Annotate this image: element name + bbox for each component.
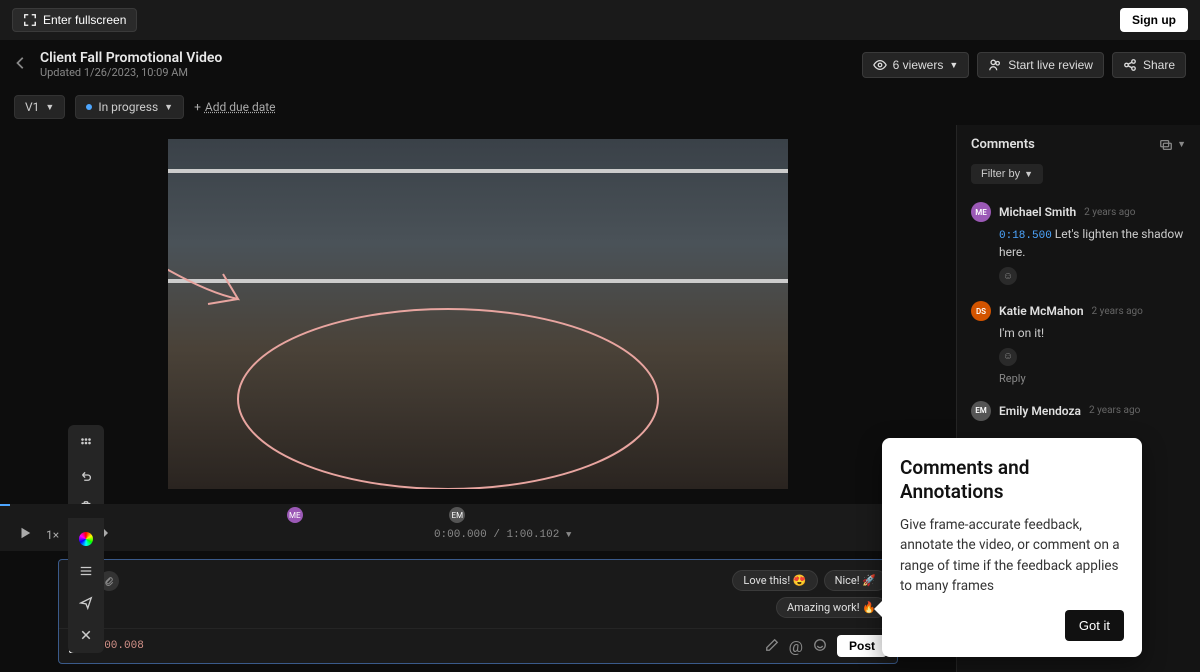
- tooltip-title: Comments and Annotations: [900, 456, 1124, 505]
- comment-avatar: DS: [971, 301, 991, 321]
- comment-age: 2 years ago: [1084, 207, 1135, 218]
- react-button[interactable]: ☺: [999, 267, 1017, 285]
- people-icon: [988, 58, 1002, 72]
- time-display: 0:00.000 / 1:00.102 ▼: [434, 529, 571, 541]
- play-button[interactable]: [18, 526, 32, 543]
- comment-avatar: EM: [971, 401, 991, 421]
- emoji-icon[interactable]: [813, 637, 827, 656]
- undo-tool[interactable]: [72, 463, 100, 487]
- eye-icon: [873, 58, 887, 72]
- comments-title: Comments: [971, 137, 1035, 152]
- project-updated: Updated 1/26/2023, 10:09 AM: [40, 66, 222, 79]
- signup-button[interactable]: Sign up: [1120, 8, 1188, 32]
- move-tool[interactable]: [72, 431, 100, 455]
- add-due-date-button[interactable]: + Add due date: [194, 100, 275, 114]
- mention-icon[interactable]: @: [789, 637, 803, 656]
- comment-item[interactable]: EM Emily Mendoza 2 years ago: [957, 393, 1200, 433]
- comments-settings-icon[interactable]: ▼: [1159, 138, 1186, 152]
- reaction-chip[interactable]: Nice! 🚀: [824, 570, 887, 591]
- viewers-button[interactable]: 6 viewers ▼: [862, 52, 970, 78]
- status-selector[interactable]: In progress ▼: [75, 95, 184, 119]
- comment-author: Katie McMahon: [999, 304, 1084, 318]
- comment-item[interactable]: ME Michael Smith 2 years ago 0:18.500 Le…: [957, 194, 1200, 293]
- annotation-drawing: [168, 139, 788, 489]
- share-button[interactable]: Share: [1112, 52, 1186, 78]
- filter-button[interactable]: Filter by ▼: [971, 164, 1043, 184]
- due-label: Add due date: [205, 100, 276, 114]
- comment-timestamp[interactable]: 0:18.500: [999, 230, 1052, 242]
- draw-icon[interactable]: [765, 637, 779, 656]
- chevron-down-icon[interactable]: ▼: [566, 530, 571, 540]
- share-label: Share: [1143, 58, 1175, 72]
- video-frame[interactable]: [168, 139, 788, 489]
- send-tool[interactable]: [72, 591, 100, 615]
- comment-item[interactable]: DS Katie McMahon 2 years ago I'm on it! …: [957, 293, 1200, 393]
- fullscreen-icon: [23, 13, 37, 27]
- reply-button[interactable]: Reply: [999, 372, 1186, 385]
- video-content: [168, 279, 788, 283]
- chevron-down-icon: ▼: [164, 102, 173, 113]
- tooltip-dismiss-button[interactable]: Got it: [1065, 610, 1124, 641]
- version-label: V1: [25, 100, 39, 114]
- annotation-toolbar: [68, 425, 104, 653]
- timeline-marker[interactable]: ME: [287, 507, 303, 523]
- video-content: [168, 169, 788, 173]
- progress-indicator: [0, 504, 10, 506]
- project-title: Client Fall Promotional Video: [40, 50, 222, 66]
- status-label: In progress: [98, 100, 158, 114]
- lines-tool[interactable]: [72, 559, 100, 583]
- post-button[interactable]: Post: [837, 635, 887, 657]
- comment-composer: Love this! 😍Nice! 🚀Amazing work! 🔥 0:00.…: [58, 559, 898, 664]
- status-dot-icon: [86, 104, 92, 110]
- back-icon[interactable]: [14, 55, 28, 74]
- tooltip-arrow: [874, 601, 882, 617]
- plus-icon: +: [194, 100, 201, 114]
- reaction-chip[interactable]: Love this! 😍: [732, 570, 817, 591]
- start-review-label: Start live review: [1008, 58, 1093, 72]
- comment-text: I'm on it!: [999, 326, 1044, 340]
- comment-age: 2 years ago: [1092, 306, 1143, 317]
- start-review-button[interactable]: Start live review: [977, 52, 1104, 78]
- tooltip-body: Give frame-accurate feedback, annotate t…: [900, 515, 1124, 596]
- timeline[interactable]: MEEM: [0, 504, 956, 518]
- onboarding-tooltip: Comments and Annotations Give frame-accu…: [882, 438, 1142, 657]
- version-selector[interactable]: V1 ▼: [14, 95, 65, 119]
- comment-age: 2 years ago: [1089, 405, 1140, 416]
- chevron-down-icon: ▼: [45, 102, 54, 113]
- fullscreen-label: Enter fullscreen: [43, 13, 126, 27]
- chevron-down-icon: ▼: [949, 60, 958, 70]
- chevron-down-icon: ▼: [1024, 169, 1033, 179]
- speed-button[interactable]: 1×: [46, 528, 59, 542]
- color-tool[interactable]: [72, 527, 100, 551]
- viewers-label: 6 viewers: [893, 58, 944, 72]
- comment-avatar: ME: [971, 202, 991, 222]
- fullscreen-button[interactable]: Enter fullscreen: [12, 8, 137, 32]
- comment-author: Emily Mendoza: [999, 404, 1081, 418]
- comment-author: Michael Smith: [999, 205, 1076, 219]
- react-button[interactable]: ☺: [999, 348, 1017, 366]
- close-tool[interactable]: [72, 623, 100, 647]
- reaction-chip[interactable]: Amazing work! 🔥: [776, 597, 887, 618]
- share-icon: [1123, 58, 1137, 72]
